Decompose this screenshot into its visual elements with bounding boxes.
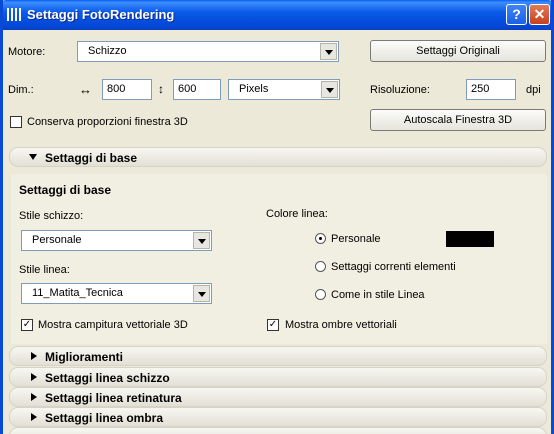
panel-title: Settaggi di base (19, 183, 112, 197)
section-header-shadow-line[interactable]: Settaggi linea ombra (9, 407, 547, 427)
section-title: Settaggi linea ombra (45, 411, 164, 425)
triangle-right-icon (31, 413, 37, 421)
line-style-dropdown[interactable]: 11_Matita_Tecnica (21, 283, 212, 304)
triangle-right-icon (31, 352, 37, 360)
vector-shadows-label: Mostra ombre vettoriali (285, 319, 397, 331)
keep-proportions-label: Conserva proporzioni finestra 3D (27, 116, 188, 128)
section-header-improvements[interactable]: Miglioramenti (9, 346, 547, 366)
app-icon (7, 8, 21, 22)
section-header-basic[interactable]: Settaggi di base (9, 147, 547, 167)
chevron-down-icon[interactable] (320, 43, 337, 60)
chevron-down-icon[interactable] (193, 232, 210, 249)
chevron-down-icon[interactable] (321, 81, 338, 98)
dimensions-label: Dim.: (8, 84, 34, 96)
vector-fill-checkbox[interactable]: ✓ (21, 319, 33, 331)
section-title: Settaggi di base (45, 151, 138, 165)
engine-value: Schizzo (88, 45, 127, 57)
unit-value: Pixels (239, 83, 269, 95)
section-title: Settaggi linea schizzo (45, 371, 170, 385)
width-field[interactable]: 800 (102, 79, 152, 100)
resolution-unit: dpi (526, 84, 541, 96)
sketch-style-label: Stile schizzo: (19, 210, 84, 222)
autoscale-button[interactable]: Autoscala Finestra 3D (370, 109, 546, 131)
section-title: Miglioramenti (45, 350, 124, 364)
line-color-swatch[interactable] (446, 231, 494, 247)
section-header-sketch-line[interactable]: Settaggi linea schizzo (9, 367, 547, 387)
keep-proportions-checkbox[interactable] (10, 116, 22, 128)
close-button[interactable]: ✕ (529, 4, 550, 25)
height-arrow-icon: ↕ (158, 82, 164, 96)
radio-line-style[interactable] (315, 289, 326, 300)
vector-fill-label: Mostra campitura vettoriale 3D (38, 319, 188, 331)
line-style-label: Stile linea: (19, 264, 70, 276)
engine-label: Motore: (8, 46, 46, 58)
section-title: Settaggi linea retinatura (45, 391, 182, 405)
original-settings-button[interactable]: Settaggi Originali (370, 40, 546, 62)
triangle-right-icon (31, 393, 37, 401)
radio-line-style-label: Come in stile Linea (331, 289, 425, 301)
radio-current-settings[interactable] (315, 261, 326, 272)
resolution-field[interactable]: 250 (466, 79, 516, 100)
resolution-label: Risoluzione: (370, 84, 430, 96)
section-header-hatch-line[interactable]: Settaggi linea retinatura (9, 387, 547, 407)
line-color-label: Colore linea: (266, 208, 328, 220)
section-header-partial[interactable] (9, 427, 547, 434)
dialog-window: Settaggi FotoRendering ? ✕ Motore: Schiz… (0, 0, 554, 434)
chevron-down-icon[interactable] (193, 285, 210, 302)
help-button[interactable]: ? (506, 4, 527, 25)
width-arrow-icon: ↔ (79, 82, 92, 97)
radio-custom[interactable] (315, 233, 326, 244)
radio-current-settings-label: Settaggi correnti elementi (331, 261, 456, 273)
radio-custom-label: Personale (331, 233, 381, 245)
triangle-down-icon (29, 154, 37, 160)
title-bar[interactable]: Settaggi FotoRendering ? ✕ (3, 0, 551, 30)
unit-dropdown[interactable]: Pixels (228, 79, 340, 100)
engine-dropdown[interactable]: Schizzo (77, 41, 339, 62)
vector-shadows-checkbox[interactable]: ✓ (267, 319, 279, 331)
line-style-value: 11_Matita_Tecnica (32, 287, 123, 299)
sketch-style-value: Personale (32, 234, 82, 246)
sketch-style-dropdown[interactable]: Personale (21, 230, 212, 251)
window-title: Settaggi FotoRendering (27, 7, 175, 22)
triangle-right-icon (31, 373, 37, 381)
height-field[interactable]: 600 (173, 79, 221, 100)
